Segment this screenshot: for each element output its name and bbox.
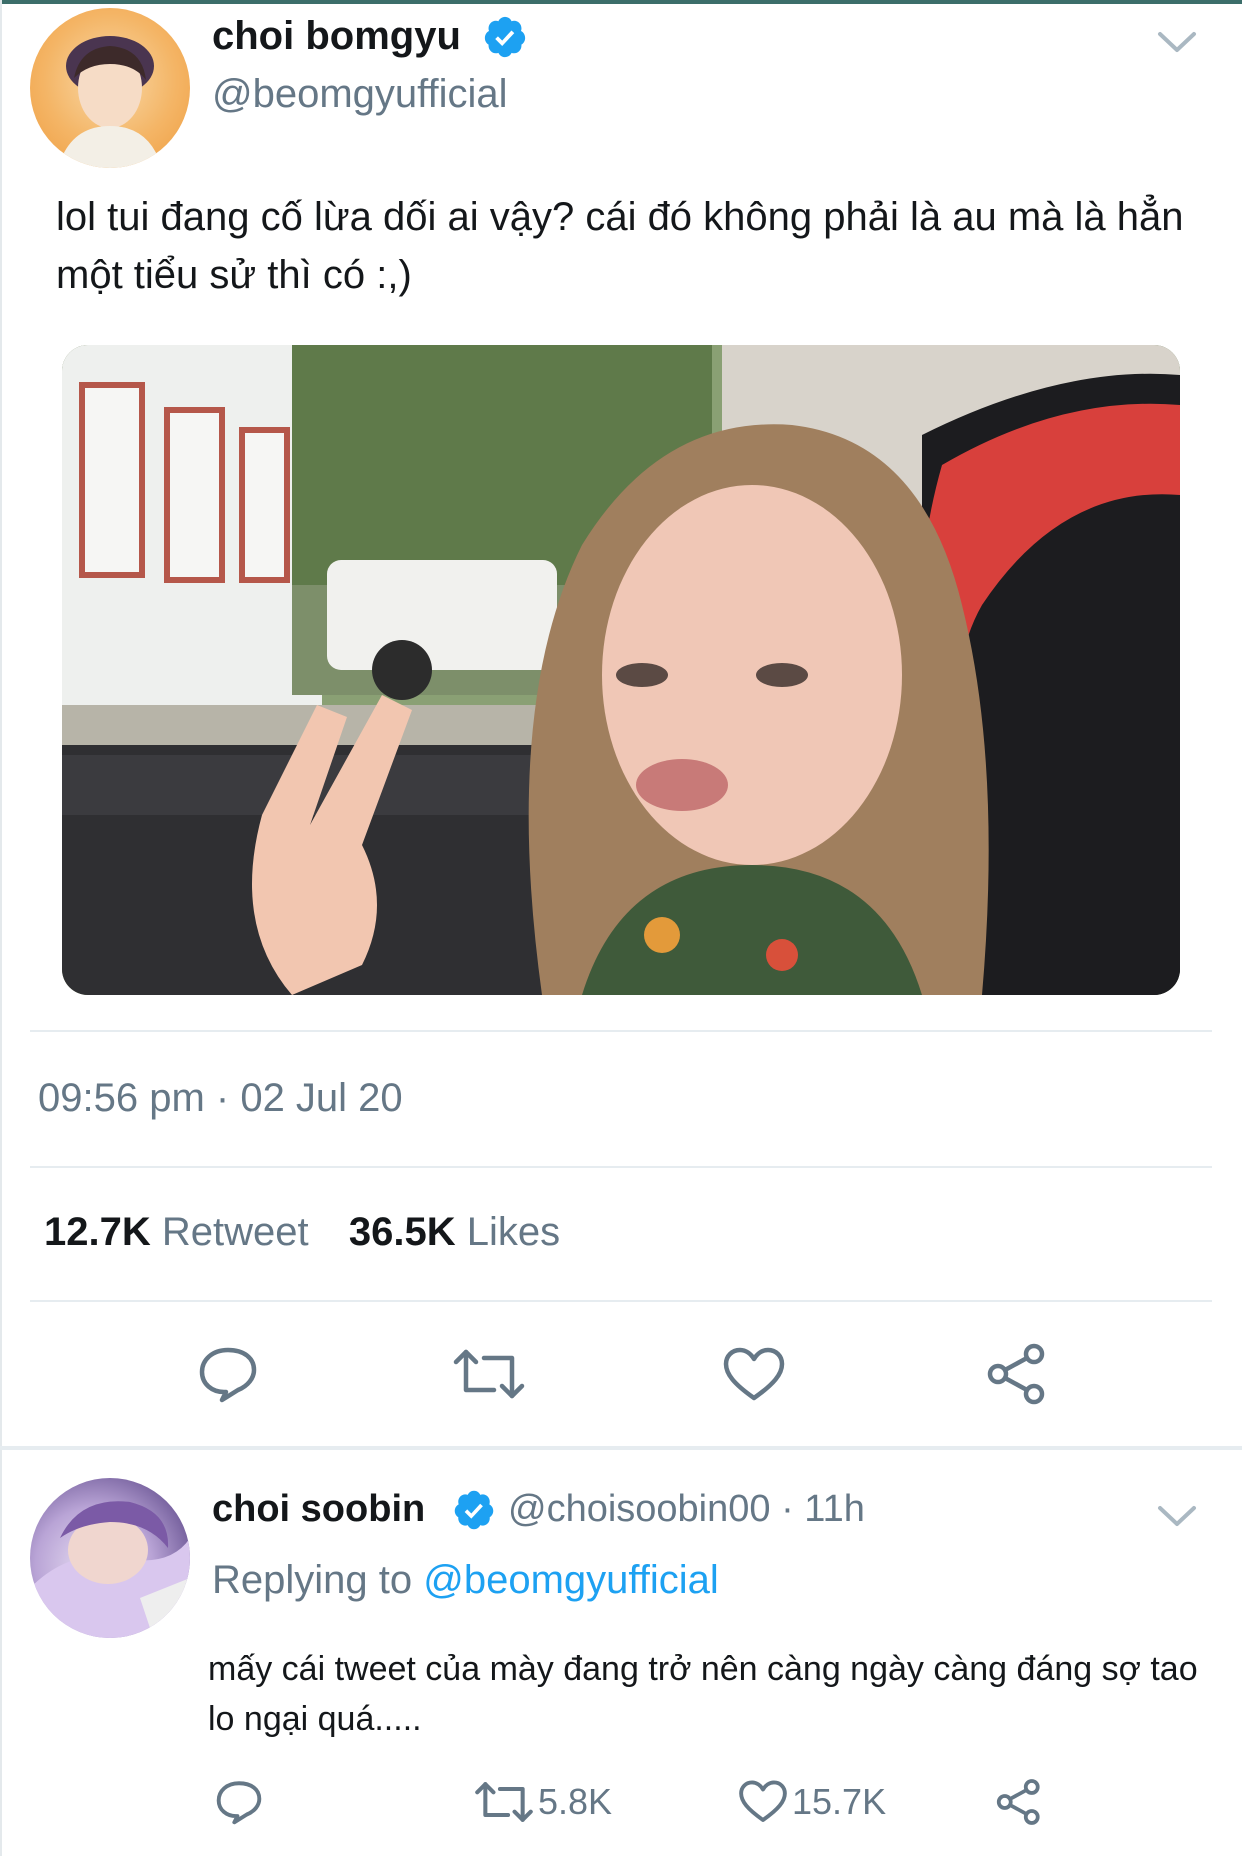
likes-label[interactable]: Likes bbox=[467, 1210, 560, 1254]
verified-badge-icon bbox=[454, 1490, 494, 1530]
reply-handle-time[interactable]: @choisoobin00 · 11h bbox=[508, 1488, 865, 1531]
share-icon[interactable] bbox=[984, 1342, 1050, 1406]
retweet-count[interactable]: 12.7K bbox=[44, 1210, 151, 1254]
chevron-down-icon[interactable] bbox=[1156, 24, 1198, 60]
tweet-text: lol tui đang cố lừa dối ai vậy? cái đó k… bbox=[56, 195, 1184, 297]
replying-to-mention[interactable]: @beomgyufficial bbox=[423, 1558, 719, 1602]
reply-text: mấy cái tweet của mày đang trở nên càng … bbox=[208, 1650, 1198, 1738]
author-handle[interactable]: @beomgyufficial bbox=[212, 72, 508, 117]
reply-author-name[interactable]: choi soobin bbox=[212, 1488, 425, 1531]
tweet-timestamp: 09:56 pm · 02 Jul 20 bbox=[38, 1076, 403, 1120]
section-separator bbox=[0, 1446, 1242, 1450]
divider bbox=[30, 1300, 1212, 1302]
reply-share-button[interactable] bbox=[994, 1776, 1044, 1828]
reply-retweet-button[interactable]: 5.8K bbox=[474, 1776, 612, 1828]
divider bbox=[30, 1030, 1212, 1032]
share-icon[interactable] bbox=[994, 1778, 1044, 1826]
chevron-down-icon[interactable] bbox=[1156, 1498, 1198, 1534]
reply-reply-button[interactable] bbox=[214, 1776, 264, 1828]
author-name[interactable]: choi bomgyu bbox=[212, 14, 461, 59]
retweet-icon[interactable] bbox=[474, 1779, 534, 1825]
retweet-label[interactable]: Retweet bbox=[162, 1210, 309, 1254]
left-border bbox=[0, 0, 2, 1856]
retweet-icon[interactable] bbox=[452, 1346, 526, 1402]
verified-badge-icon bbox=[484, 16, 526, 58]
author-avatar[interactable] bbox=[30, 8, 190, 168]
reply-like-count: 15.7K bbox=[792, 1781, 887, 1822]
tweet-photo[interactable] bbox=[62, 345, 1180, 995]
reply-retweet-count: 5.8K bbox=[538, 1781, 613, 1822]
reply-icon[interactable] bbox=[214, 1778, 264, 1826]
divider bbox=[30, 1166, 1212, 1168]
top-border bbox=[0, 0, 1242, 4]
reply-icon[interactable] bbox=[196, 1344, 260, 1404]
reply-author-avatar[interactable] bbox=[30, 1478, 190, 1638]
replying-to: Replying to @beomgyufficial bbox=[212, 1558, 719, 1603]
tweet-stats: 12.7K Retweet 36.5K Likes bbox=[44, 1210, 560, 1255]
likes-count[interactable]: 36.5K bbox=[349, 1210, 456, 1254]
replying-to-label: Replying to bbox=[212, 1558, 413, 1602]
like-icon[interactable] bbox=[738, 1779, 788, 1825]
reply-like-button[interactable]: 15.7K bbox=[738, 1776, 886, 1828]
like-icon[interactable] bbox=[722, 1346, 786, 1404]
